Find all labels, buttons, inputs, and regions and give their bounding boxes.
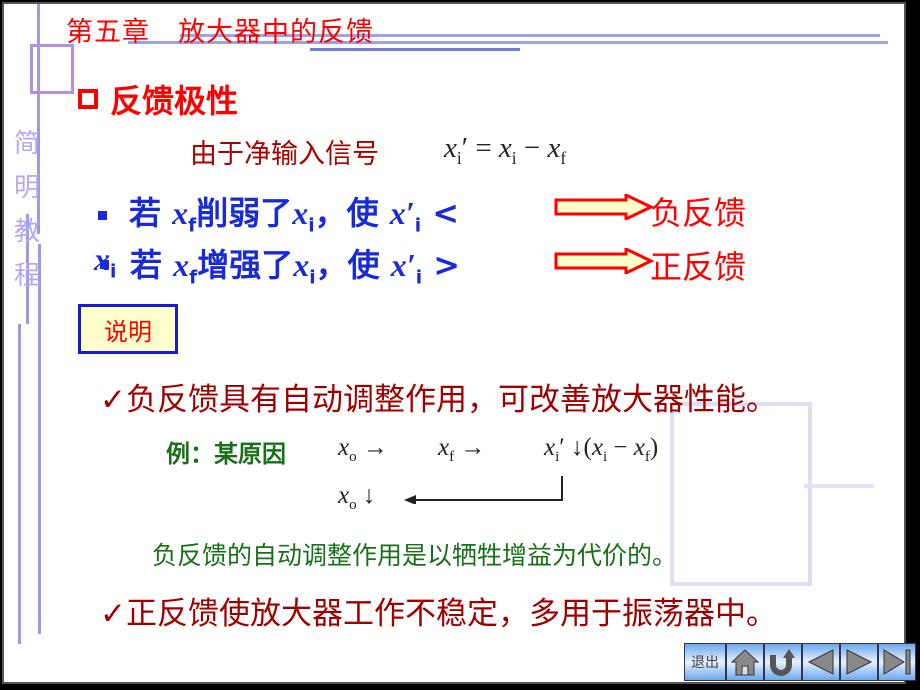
right-block-arrow-icon — [554, 248, 654, 274]
return-button[interactable] — [764, 643, 802, 681]
rule-var: x — [292, 195, 309, 231]
point-text: 负反馈具有自动调整作用，可改善放大器性能。 — [125, 382, 777, 418]
rule-sub: i — [414, 215, 422, 237]
example-chain-3: xi′ ↓(xi − xf) — [544, 434, 659, 465]
decor-amplifier-box — [30, 44, 74, 94]
rule-var: x — [172, 195, 189, 231]
positive-feedback-label: 正反馈 — [650, 248, 747, 286]
example-result: xo ↓ — [338, 482, 376, 513]
triangle-left-icon — [807, 649, 834, 675]
net-input-equation: xi′ = xi − xf — [444, 132, 567, 168]
note-label: 说明 — [104, 317, 152, 346]
rule-comparator: > — [433, 246, 461, 284]
feedback-loop-arrow — [404, 476, 563, 504]
polarity-rule: 若 xf增强了xi，使 x′i > — [130, 240, 460, 288]
right-block-arrow-icon — [554, 194, 654, 220]
rule-sub: i — [110, 261, 117, 283]
watermark-char: 明 — [14, 173, 41, 203]
rule-var: x — [94, 241, 110, 277]
rule-comparator: < — [432, 194, 460, 232]
checkmark-icon: ✓ — [100, 596, 126, 632]
u-turn-icon — [770, 649, 795, 676]
rule-text: ，使 — [315, 246, 380, 284]
rule-var: x′ — [389, 195, 415, 231]
example-label: 例：某原因 — [166, 440, 286, 468]
decor-amplifier-box — [670, 402, 812, 586]
rule-var: x′ — [390, 247, 416, 283]
watermark-char: 简 — [14, 129, 41, 159]
decor-vertical-line — [38, 244, 41, 634]
slide: 简 明 教 程 第五章 放大器中的反馈 反馈极性 由于净输入信号 xi′ = x… — [2, 2, 906, 684]
rule-var: x — [173, 247, 190, 283]
point-text: 正反馈使放大器工作不稳定，多用于振荡器中。 — [125, 596, 777, 632]
home-icon — [730, 649, 760, 676]
hollow-square-bullet-icon — [78, 89, 98, 109]
net-input-label: 由于净输入信号 — [190, 139, 379, 170]
rule-text: 削弱了 — [196, 194, 293, 232]
last-button[interactable] — [878, 643, 916, 681]
skip-to-end-icon — [883, 649, 911, 675]
previous-button[interactable] — [802, 643, 840, 681]
watermark-char: 教 — [14, 217, 41, 247]
watermark-char: 程 — [14, 261, 41, 291]
exit-button[interactable]: 退出 — [684, 643, 726, 681]
home-button[interactable] — [726, 643, 764, 681]
note-box: 说明 — [78, 304, 178, 354]
rule-text: 若 — [130, 246, 163, 284]
chapter-title: 第五章 放大器中的反馈 — [66, 17, 374, 48]
example-conclusion: 负反馈的自动调整作用是以牺牲增益为代价的。 — [152, 541, 678, 570]
rule-text: 增强了 — [197, 246, 294, 284]
decor-output-line — [804, 484, 874, 488]
point-negative-feedback: ✓负反馈具有自动调整作用，可改善放大器性能。 — [100, 374, 777, 419]
next-button[interactable] — [840, 643, 878, 681]
rule-var: x — [293, 247, 310, 283]
checkmark-icon: ✓ — [100, 382, 126, 418]
point-positive-feedback: ✓正反馈使放大器工作不稳定，多用于振荡器中。 — [100, 588, 777, 633]
example-chain-2: xf → — [438, 434, 486, 465]
side-watermark: 简 明 教 程 — [14, 122, 44, 298]
square-bullet-icon — [98, 210, 107, 220]
example-chain-1: xo → — [338, 434, 388, 465]
rule-text: 若 — [129, 194, 162, 232]
triangle-right-icon — [846, 649, 873, 675]
navigation-bar: 退出 — [684, 643, 916, 681]
rule-sub: i — [415, 267, 423, 289]
section-heading: 反馈极性 — [78, 76, 238, 122]
decor-vertical-line — [18, 324, 21, 644]
polarity-rule: 若 xf削弱了xi，使 x′i < — [98, 188, 459, 236]
negative-feedback-label: 负反馈 — [650, 194, 747, 232]
square-bullet-icon — [100, 260, 109, 269]
rule-text: ，使 — [314, 194, 379, 232]
section-title: 反馈极性 — [110, 82, 239, 120]
